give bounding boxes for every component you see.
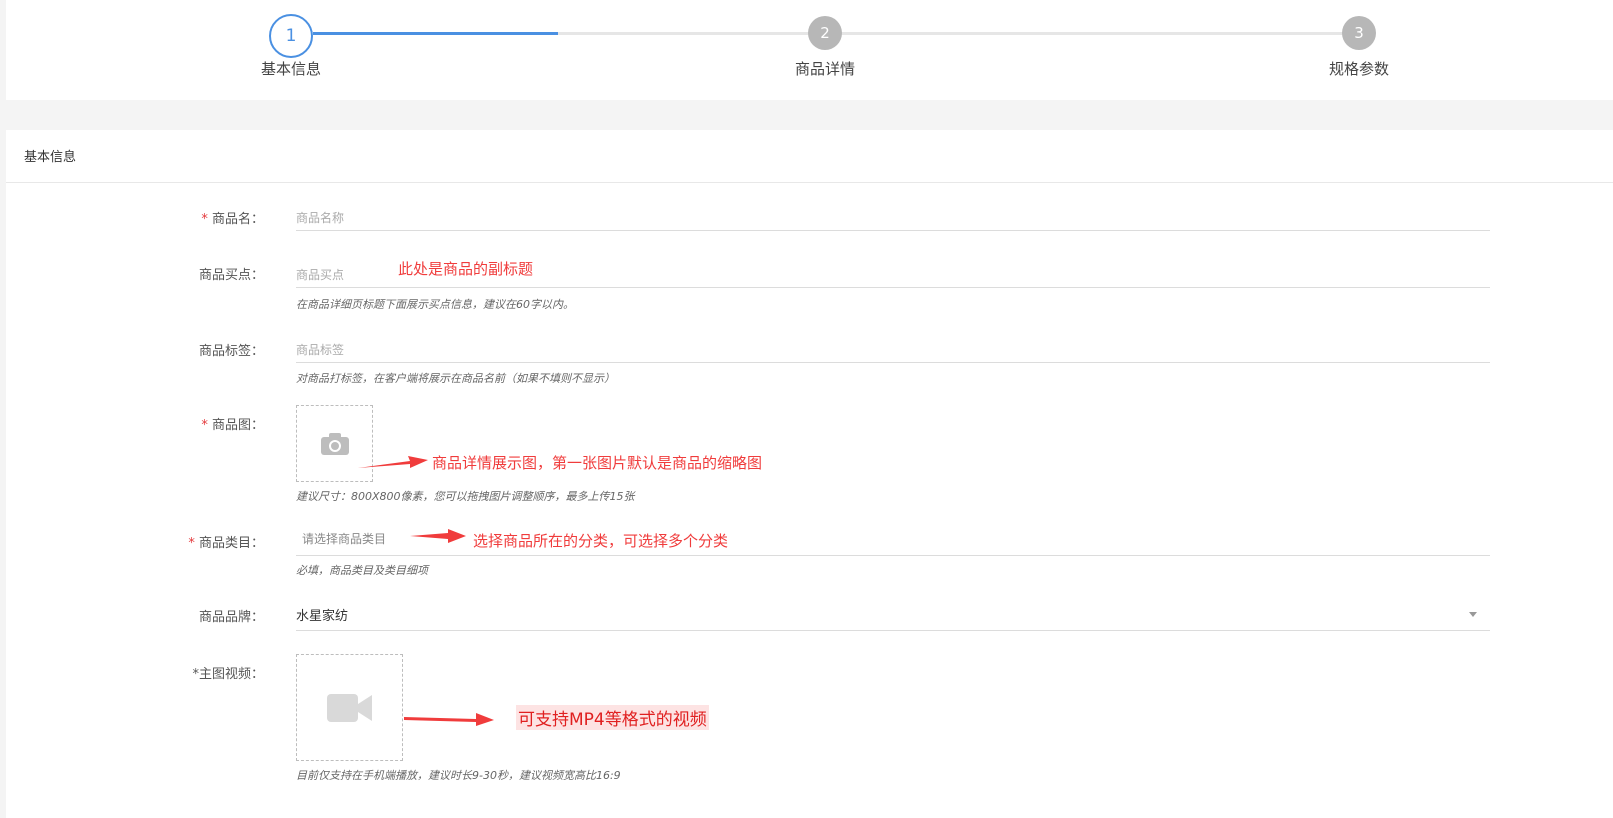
video-annotation: 可支持MP4等格式的视频 — [516, 705, 709, 730]
video-label: *主图视频： — [192, 667, 264, 682]
category-underline — [296, 555, 1490, 556]
product-image-label: * 商品图： — [114, 414, 264, 433]
brand-underline — [296, 630, 1490, 631]
step-3-label[interactable]: 规格参数 — [1329, 58, 1389, 79]
image-annotation-arrow — [358, 456, 428, 468]
product-name-input[interactable]: 商品名称 — [296, 209, 344, 226]
chevron-down-icon[interactable] — [1469, 612, 1477, 617]
video-annotation-arrow — [404, 713, 494, 726]
selling-point-underline — [296, 287, 1490, 288]
product-name-label-text: 商品名： — [211, 212, 264, 227]
tags-label: 商品标签： — [198, 344, 264, 359]
selling-point-label: 商品买点： — [198, 268, 264, 283]
selling-point-input[interactable]: 商品买点 — [296, 266, 344, 283]
step-1-circle[interactable]: 1 — [269, 14, 313, 58]
category-annotation-arrow — [410, 529, 466, 543]
camera-icon — [320, 432, 349, 455]
step-1-number: 1 — [285, 26, 297, 46]
category-annotation: 选择商品所在的分类，可选择多个分类 — [473, 532, 729, 550]
required-mark: * — [201, 418, 208, 433]
video-camera-icon — [326, 693, 372, 722]
tags-hint: 对商品打标签，在客户端将展示在商品名前（如果不填则不显示） — [296, 372, 615, 385]
category-select[interactable]: 请选择商品类目 — [302, 530, 386, 547]
video-hint: 目前仅支持在手机端播放，建议时长9-30秒，建议视频宽高比16:9 — [296, 769, 621, 782]
category-hint: 必填，商品类目及类目细项 — [296, 564, 428, 577]
tags-input[interactable]: 商品标签 — [296, 341, 344, 358]
step-2-circle[interactable]: 2 — [808, 16, 842, 50]
tags-underline — [296, 362, 1490, 363]
steps-card: 1 基本信息 2 商品详情 3 规格参数 — [6, 0, 1613, 100]
product-name-underline — [296, 230, 1490, 231]
video-upload[interactable] — [296, 654, 403, 761]
selling-point-hint: 在商品详细页标题下面展示买点信息，建议在60字以内。 — [296, 298, 574, 311]
step-1-label[interactable]: 基本信息 — [261, 58, 321, 79]
section-divider — [6, 182, 1613, 183]
required-mark: * — [188, 536, 195, 551]
step-3-number: 3 — [1354, 24, 1364, 42]
step-2-number: 2 — [820, 24, 830, 42]
step-line-inactive — [558, 32, 1343, 35]
step-2-label[interactable]: 商品详情 — [795, 58, 855, 79]
basic-info-form: 基本信息 * 商品名： 商品名称 商品买点： 商品买点 此处是商品的副标题 在商… — [6, 130, 1613, 818]
required-mark: * — [201, 212, 208, 227]
product-name-label: * 商品名： — [114, 208, 264, 227]
product-image-label-text: 商品图： — [211, 418, 264, 433]
product-image-hint: 建议尺寸：800X800像素，您可以拖拽图片调整顺序，最多上传15张 — [296, 490, 635, 503]
brand-label: 商品品牌： — [198, 610, 264, 625]
step-line-active — [313, 32, 558, 35]
product-image-annotation: 商品详情展示图，第一张图片默认是商品的缩略图 — [432, 454, 763, 472]
brand-select[interactable]: 水星家纺 — [296, 605, 348, 624]
step-3-circle[interactable]: 3 — [1342, 16, 1376, 50]
selling-point-annotation: 此处是商品的副标题 — [398, 260, 534, 278]
category-label: * 商品类目： — [114, 532, 264, 551]
section-title: 基本信息 — [24, 150, 77, 165]
category-label-text: 商品类目： — [198, 536, 264, 551]
